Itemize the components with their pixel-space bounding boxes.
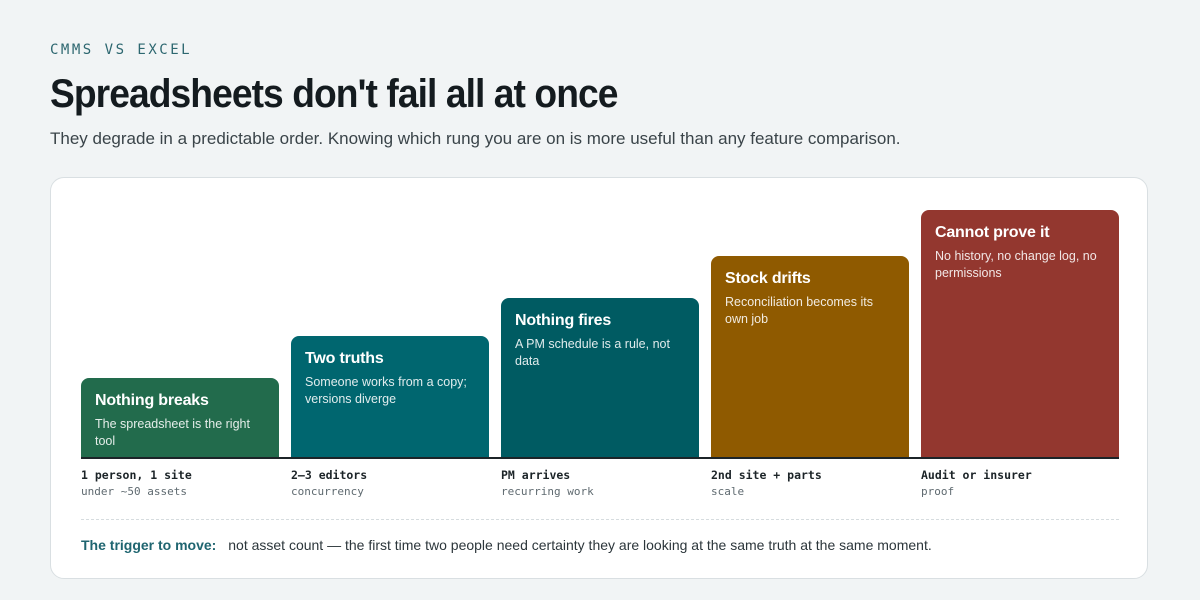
step-trigger: PM arrives xyxy=(501,468,571,482)
step-label-2: 2–3 editors concurrency xyxy=(291,468,491,498)
rung-description: A PM schedule is a rule, not data xyxy=(515,337,670,368)
staircase-baseline xyxy=(81,457,1119,459)
step-trigger: 2–3 editors xyxy=(291,468,368,482)
rung-description: Someone works from a copy; versions dive… xyxy=(305,375,467,406)
step-category: concurrency xyxy=(291,485,364,498)
rung-title: Stock drifts xyxy=(725,270,811,287)
trigger-label: The trigger to move: xyxy=(81,537,217,553)
step-category: under ~50 assets xyxy=(81,485,187,498)
rung-description: Reconciliation becomes its own job xyxy=(725,295,873,326)
step-trigger: 2nd site + parts xyxy=(711,468,822,482)
step-category: recurring work xyxy=(501,485,594,498)
step-category: proof xyxy=(921,485,955,498)
page-title: Spreadsheets don't fail all at once xyxy=(50,72,618,116)
rung-cannot-prove-it: Cannot prove it No history, no change lo… xyxy=(921,210,1119,457)
step-label-1: 1 person, 1 site under ~50 assets xyxy=(81,468,281,498)
rung-title: Cannot prove it xyxy=(935,224,1050,241)
dashed-divider xyxy=(81,519,1119,520)
rung-nothing-breaks: Nothing breaks The spreadsheet is the ri… xyxy=(81,378,279,457)
step-label-3: PM arrives recurring work xyxy=(501,468,701,498)
step-trigger: 1 person, 1 site xyxy=(81,468,192,482)
rung-two-truths: Two truths Someone works from a copy; ve… xyxy=(291,336,489,457)
rung-description: The spreadsheet is the right tool xyxy=(95,417,250,448)
step-category: scale xyxy=(711,485,745,498)
rung-nothing-fires: Nothing fires A PM schedule is a rule, n… xyxy=(501,298,699,457)
rung-stock-drifts: Stock drifts Reconciliation becomes its … xyxy=(711,256,909,457)
step-trigger: Audit or insurer xyxy=(921,468,1032,482)
rung-description: No history, no change log, no permission… xyxy=(935,249,1097,280)
rung-title: Nothing breaks xyxy=(95,392,209,409)
trigger-text: not asset count — the first time two peo… xyxy=(228,537,932,553)
trigger-callout: The trigger to move: not asset count — t… xyxy=(81,537,932,553)
page-subtitle: They degrade in a predictable order. Kno… xyxy=(50,129,901,148)
eyebrow-label: CMMS VS EXCEL xyxy=(50,42,193,58)
rung-title: Nothing fires xyxy=(515,312,612,329)
step-label-4: 2nd site + parts scale xyxy=(711,468,911,498)
rung-title: Two truths xyxy=(305,350,384,367)
step-label-5: Audit or insurer proof xyxy=(921,468,1121,498)
staircase-card: Nothing breaks The spreadsheet is the ri… xyxy=(50,177,1148,579)
